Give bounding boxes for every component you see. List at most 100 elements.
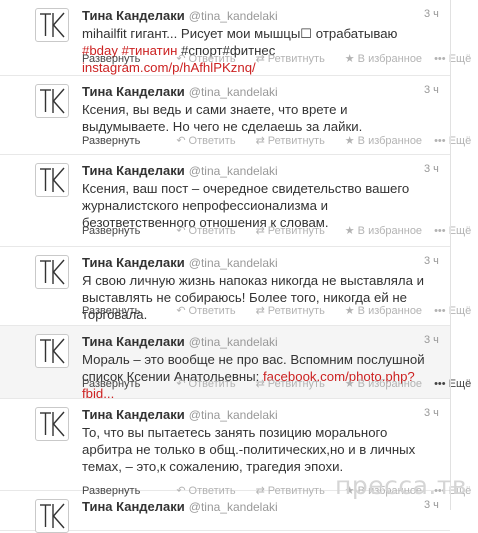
retweet-button[interactable]: ⇄ Ретвитнуть: [256, 135, 325, 147]
favorite-button[interactable]: ★ В избранное: [345, 225, 422, 237]
retweet-label: Ретвитнуть: [267, 53, 325, 65]
reply-label: Ответить: [188, 305, 236, 317]
author-handle[interactable]: @tina_kandelaki: [189, 164, 278, 178]
more-button[interactable]: ••• Ещё: [434, 135, 471, 147]
author-name[interactable]: Тина Канделаки: [82, 8, 185, 23]
tweet-header: Тина Канделаки @tina_kandelaki: [82, 255, 278, 270]
favorite-button[interactable]: ★ В избранное: [345, 378, 422, 390]
star-icon: ★: [344, 135, 355, 147]
favorite-button[interactable]: ★ В избранное: [345, 135, 422, 147]
reply-arrow-icon: ↶: [176, 225, 186, 237]
timestamp[interactable]: 3 ч: [424, 163, 439, 175]
star-icon: ★: [344, 305, 355, 317]
more-button[interactable]: ••• Ещё: [434, 378, 471, 390]
avatar[interactable]: [35, 255, 69, 289]
tweet-actions: Развернуть ↶ Ответить ⇄ Ретвитнуть ★ В избранн…: [82, 52, 471, 65]
author-handle[interactable]: @tina_kandelaki: [189, 256, 278, 270]
retweet-button[interactable]: ⇄ Ретвитнуть: [256, 378, 325, 390]
favorite-label: В избранное: [357, 305, 423, 317]
tweet-header: Тина Канделаки @tina_kandelaki: [82, 499, 278, 514]
timestamp[interactable]: 3 ч: [424, 255, 439, 267]
tweet[interactable]: Тина Канделаки @tina_kandelaki 3 ч Ксения, …: [0, 76, 471, 155]
retweet-arrows-icon: ⇄: [255, 135, 265, 147]
tweet-header: Тина Канделаки @tina_kandelaki: [82, 334, 278, 349]
tweet-header: Тина Канделаки @tina_kandelaki: [82, 84, 278, 99]
author-name[interactable]: Тина Канделаки: [82, 163, 185, 178]
star-icon: ★: [344, 53, 355, 65]
expand-link[interactable]: Развернуть: [82, 305, 140, 317]
reply-button[interactable]: ↶ Ответить: [176, 225, 235, 237]
retweet-label: Ретвитнуть: [267, 305, 325, 317]
tweet[interactable]: Тина Канделаки @tina_kandelaki 3 ч mihailfi…: [0, 0, 471, 76]
tweet-actions: Развернуть ↶ Ответить ⇄ Ретвитнуть ★ В избранн…: [82, 224, 471, 237]
tweet-actions: Развернуть ↶ Ответить ⇄ Ретвитнуть ★ В избранн…: [82, 377, 471, 390]
author-name[interactable]: Тина Канделаки: [82, 84, 185, 99]
timestamp[interactable]: 3 ч: [424, 8, 439, 20]
favorite-button[interactable]: ★ В избранное: [345, 53, 422, 65]
author-handle[interactable]: @tina_kandelaki: [189, 9, 278, 23]
timeline-border: [450, 0, 451, 510]
author-handle[interactable]: @tina_kandelaki: [189, 500, 278, 514]
avatar[interactable]: [35, 8, 69, 42]
avatar[interactable]: [35, 499, 69, 533]
watermark: пресса.тв: [335, 471, 468, 500]
retweet-label: Ретвитнуть: [267, 135, 325, 147]
favorite-label: В избранное: [357, 135, 423, 147]
author-name[interactable]: Тина Канделаки: [82, 334, 185, 349]
retweet-button[interactable]: ⇄ Ретвитнуть: [256, 53, 325, 65]
tweet-header: Тина Канделаки @tina_kandelaki: [82, 163, 278, 178]
retweet-button[interactable]: ⇄ Ретвитнуть: [256, 225, 325, 237]
retweet-arrows-icon: ⇄: [255, 53, 265, 65]
expand-link[interactable]: Развернуть: [82, 135, 140, 147]
author-handle[interactable]: @tina_kandelaki: [189, 408, 278, 422]
star-icon: ★: [344, 225, 355, 237]
reply-button[interactable]: ↶ Ответить: [176, 378, 235, 390]
retweet-label: Ретвитнуть: [267, 225, 325, 237]
reply-label: Ответить: [188, 53, 236, 65]
more-button[interactable]: ••• Ещё: [434, 225, 471, 237]
tweet-header: Тина Канделаки @tina_kandelaki: [82, 8, 278, 23]
avatar[interactable]: [35, 334, 69, 368]
author-name[interactable]: Тина Канделаки: [82, 499, 185, 514]
expand-link[interactable]: Развернуть: [82, 225, 140, 237]
tweet-text: То, что вы пытаетесь занять позицию мора…: [82, 424, 432, 475]
expand-link[interactable]: Развернуть: [82, 53, 140, 65]
ellipsis-icon: •••: [434, 378, 446, 390]
timestamp[interactable]: 3 ч: [424, 334, 439, 346]
favorite-label: В избранное: [357, 225, 423, 237]
author-name[interactable]: Тина Канделаки: [82, 407, 185, 422]
avatar[interactable]: [35, 407, 69, 441]
favorite-button[interactable]: ★ В избранное: [345, 305, 422, 317]
author-handle[interactable]: @tina_kandelaki: [189, 85, 278, 99]
more-button[interactable]: ••• Ещё: [434, 53, 471, 65]
author-name[interactable]: Тина Канделаки: [82, 255, 185, 270]
retweet-button[interactable]: ⇄ Ретвитнуть: [256, 305, 325, 317]
reply-label: Ответить: [188, 378, 236, 390]
avatar[interactable]: [35, 163, 69, 197]
more-label: Ещё: [448, 53, 472, 65]
timestamp[interactable]: 3 ч: [424, 499, 439, 511]
tweet[interactable]: Тина Канделаки @tina_kandelaki 3 ч Мораль –…: [0, 326, 471, 401]
tweet-actions: Развернуть ↶ Ответить ⇄ Ретвитнуть ★ В избранн…: [82, 134, 471, 147]
reply-arrow-icon: ↶: [176, 135, 186, 147]
ellipsis-icon: •••: [434, 135, 446, 147]
timestamp[interactable]: 3 ч: [424, 84, 439, 96]
tweet[interactable]: Тина Канделаки @tina_kandelaki 3 чЯ свою л…: [0, 247, 471, 326]
reply-arrow-icon: ↶: [176, 305, 186, 317]
timestamp[interactable]: 3 ч: [424, 407, 439, 419]
tweet-text-segment: mihailfit гигант... Рисует мои мышцы☐ от…: [82, 26, 398, 41]
reply-label: Ответить: [188, 135, 236, 147]
author-handle[interactable]: @tina_kandelaki: [189, 335, 278, 349]
reply-button[interactable]: ↶ Ответить: [176, 53, 235, 65]
tweet-text: mihailfit гигант... Рисует мои мышцы☐ от…: [82, 25, 432, 76]
reply-label: Ответить: [188, 225, 236, 237]
retweet-arrows-icon: ⇄: [255, 225, 265, 237]
more-button[interactable]: ••• Ещё: [434, 305, 471, 317]
reply-arrow-icon: ↶: [176, 378, 186, 390]
expand-link[interactable]: Развернуть: [82, 378, 140, 390]
avatar[interactable]: [35, 84, 69, 118]
reply-button[interactable]: ↶ Ответить: [176, 305, 235, 317]
reply-button[interactable]: ↶ Ответить: [176, 135, 235, 147]
star-icon: ★: [344, 378, 355, 390]
tweet[interactable]: Тина Канделаки @tina_kandelaki 3 ч Ксения, …: [0, 155, 471, 247]
